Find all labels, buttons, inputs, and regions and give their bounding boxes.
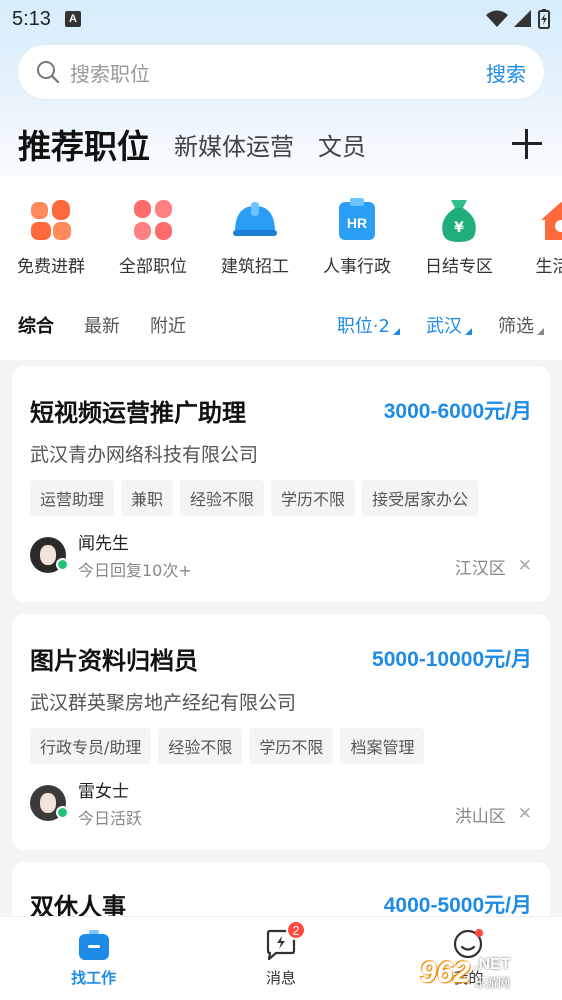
recruiter-row: 雷女士 今日活跃 洪山区 ✕ — [30, 778, 532, 828]
signal-icon — [514, 10, 531, 27]
watermark-text: 乐游网 — [474, 975, 511, 990]
job-tag: 经验不限 — [158, 728, 243, 764]
recruiter-activity: 今日活跃 — [78, 809, 143, 828]
search-input[interactable]: 搜索职位 — [70, 58, 486, 87]
job-title: 短视频运营推广助理 — [30, 398, 246, 427]
category-daily-pay[interactable]: ¥ 日结专区 — [408, 196, 510, 286]
search-button[interactable]: 搜索 — [486, 58, 526, 87]
watermark-net: .NET — [474, 955, 511, 973]
nav-find-job[interactable]: 找工作 — [0, 917, 187, 1000]
filter-dropdowns: 职位·2 武汉 筛选 — [311, 312, 544, 338]
recruiter-name: 雷女士 — [78, 782, 129, 802]
job-tags: 运营助理 兼职 经验不限 学历不限 接受居家办公 — [30, 480, 532, 516]
online-status-dot — [56, 806, 69, 819]
city-dropdown[interactable]: 武汉 — [426, 312, 472, 338]
job-tag: 档案管理 — [340, 728, 425, 764]
category-label: 建筑招工 — [221, 257, 289, 277]
job-tag: 兼职 — [121, 480, 174, 516]
tab-new-media[interactable]: 新媒体运营 — [174, 127, 294, 162]
grid-icon — [134, 200, 172, 240]
job-salary: 3000-6000元/月 — [383, 400, 532, 423]
svg-text:HR: HR — [347, 215, 367, 231]
money-bag-icon: ¥ — [442, 200, 476, 242]
tab-clerk[interactable]: 文员 — [318, 127, 366, 162]
dismiss-icon[interactable]: ✕ — [518, 556, 532, 576]
title-row: 推荐职位 新媒体运营 文员 — [18, 118, 544, 170]
recruiter-activity: 今日回复10次+ — [78, 561, 192, 580]
category-row: 免费进群 全部职位 建筑招工 HR 人事行政 ¥ 日结专区 生活 — [0, 196, 562, 286]
hr-icon: HR — [339, 198, 375, 240]
category-label: 生活服 — [535, 257, 562, 277]
status-icons — [486, 9, 550, 29]
company-name: 武汉群英聚房地产经纪有限公司 — [30, 692, 297, 714]
filter-tab-nearby[interactable]: 附近 — [150, 312, 186, 338]
job-tag: 经验不限 — [180, 480, 265, 516]
job-tag: 运营助理 — [30, 480, 115, 516]
dropdown-arrow-icon — [537, 328, 544, 335]
category-free-group[interactable]: 免费进群 — [0, 196, 102, 286]
job-title: 图片资料归档员 — [30, 646, 198, 675]
city-dropdown-label: 武汉 — [426, 316, 462, 337]
job-tag: 学历不限 — [271, 480, 356, 516]
filter-row: 综合 最新 附近 职位·2 武汉 筛选 — [0, 298, 562, 352]
group-icon — [31, 200, 71, 240]
nav-messages[interactable]: 消息 — [187, 917, 374, 1000]
dropdown-arrow-icon — [393, 328, 400, 335]
category-label: 人事行政 — [323, 257, 391, 277]
wifi-icon — [486, 10, 508, 27]
job-tag: 行政专员/助理 — [30, 728, 152, 764]
category-all-jobs[interactable]: 全部职位 — [102, 196, 204, 286]
helmet-icon — [233, 202, 277, 236]
battery-icon — [538, 9, 550, 29]
position-dropdown-label: 职位·2 — [336, 316, 390, 337]
job-tags: 行政专员/助理 经验不限 学历不限 档案管理 — [30, 728, 532, 764]
category-hr-admin[interactable]: HR 人事行政 — [306, 196, 408, 286]
message-count-badge: 2 — [286, 920, 306, 940]
job-salary: 4000-5000元/月 — [383, 894, 532, 917]
category-label: 全部职位 — [119, 257, 187, 277]
filter-tab-comprehensive[interactable]: 综合 — [18, 312, 54, 338]
job-card[interactable]: 短视频运营推广助理 3000-6000元/月 武汉青办网络科技有限公司 运营助理… — [12, 366, 550, 602]
company-name: 武汉青办网络科技有限公司 — [30, 444, 259, 466]
job-card[interactable]: 双休人事 4000-5000元/月 — [12, 862, 550, 922]
category-label: 免费进群 — [17, 257, 85, 277]
dismiss-icon[interactable]: ✕ — [518, 804, 532, 824]
category-label: 日结专区 — [425, 257, 493, 277]
home-icon — [541, 202, 562, 240]
job-tag: 学历不限 — [249, 728, 334, 764]
add-intention-icon[interactable] — [510, 127, 544, 161]
category-construction[interactable]: 建筑招工 — [204, 196, 306, 286]
job-card[interactable]: 图片资料归档员 5000-10000元/月 武汉群英聚房地产经纪有限公司 行政专… — [12, 614, 550, 850]
svg-text:¥: ¥ — [454, 220, 464, 236]
online-status-dot — [56, 558, 69, 571]
job-district: 江汉区 — [454, 558, 506, 579]
nav-label: 找工作 — [71, 969, 117, 987]
dropdown-arrow-icon — [465, 328, 472, 335]
watermark-number: 962 — [420, 956, 471, 989]
filter-tab-latest[interactable]: 最新 — [84, 312, 120, 338]
job-tag: 接受居家办公 — [362, 480, 479, 516]
position-dropdown[interactable]: 职位·2 — [337, 312, 400, 338]
search-icon — [37, 61, 60, 84]
recruiter-name: 闻先生 — [78, 534, 129, 554]
search-bar[interactable]: 搜索职位 搜索 — [18, 45, 544, 99]
screen-dropdown[interactable]: 筛选 — [498, 312, 544, 338]
nav-label: 消息 — [265, 969, 296, 987]
recruiter-row: 闻先生 今日回复10次+ 江汉区 ✕ — [30, 530, 532, 580]
category-life-service[interactable]: 生活服 — [510, 196, 562, 286]
job-district: 洪山区 — [454, 806, 506, 827]
job-salary: 5000-10000元/月 — [372, 648, 532, 671]
notification-a-icon: A — [64, 11, 81, 27]
site-watermark: 962 .NET 乐游网 — [420, 948, 560, 998]
status-bar: 5:13 A — [0, 0, 562, 38]
briefcase-icon — [78, 930, 109, 960]
tab-recommended[interactable]: 推荐职位 — [18, 120, 150, 168]
screen-dropdown-label: 筛选 — [498, 316, 534, 337]
status-time: 5:13 — [12, 7, 51, 30]
